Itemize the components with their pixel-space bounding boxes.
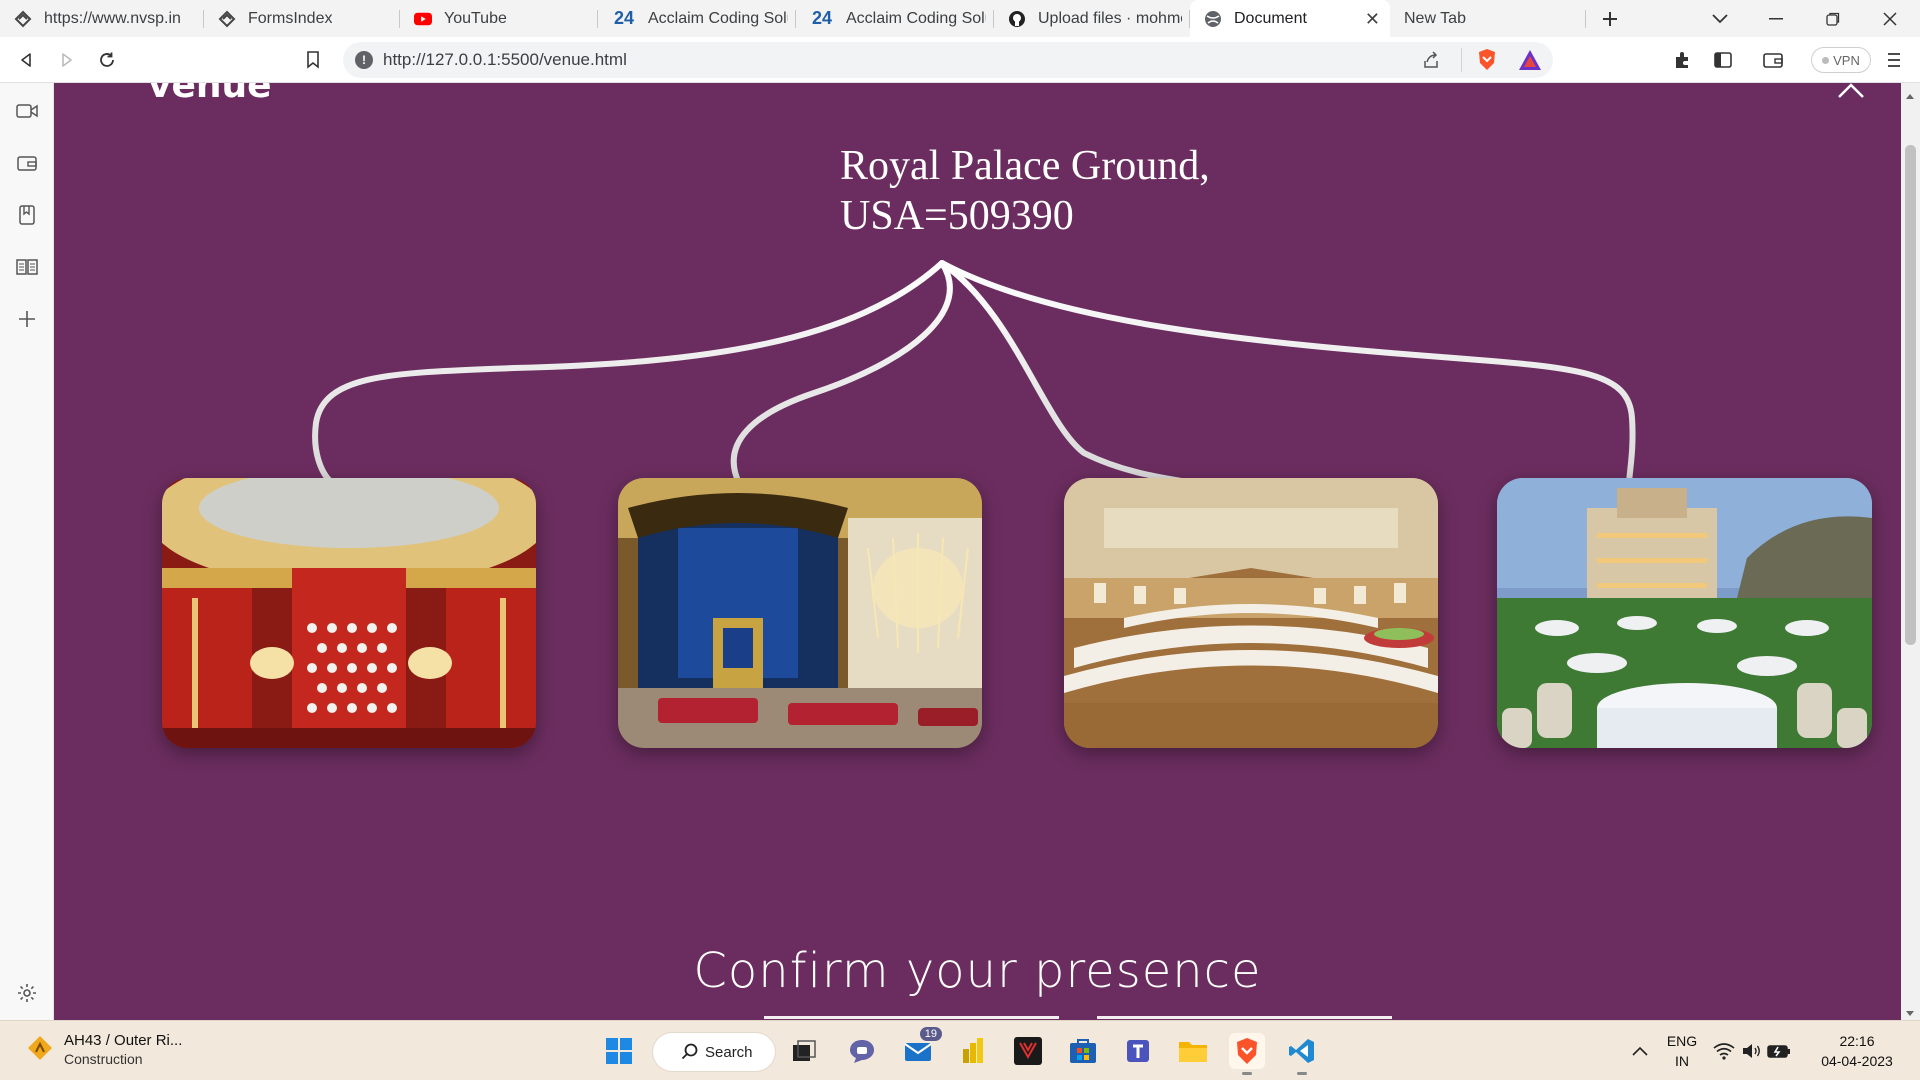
microsoft-store-icon[interactable] <box>1065 1033 1101 1069</box>
tab-github-upload[interactable]: Upload files · mohmoh <box>994 0 1190 37</box>
close-window-icon[interactable] <box>1862 0 1918 37</box>
globe-favicon-icon <box>1204 10 1222 28</box>
vscode-icon[interactable] <box>1284 1033 1320 1075</box>
form-field-underline <box>764 1016 1059 1019</box>
site-info-icon[interactable]: ! <box>355 51 373 69</box>
tab-search-chevron-down-icon[interactable] <box>1692 0 1748 37</box>
lang-line-2: IN <box>1675 1053 1689 1069</box>
video-call-icon[interactable] <box>13 97 41 125</box>
wallet-icon[interactable] <box>1759 46 1787 74</box>
youtube-favicon-icon <box>414 10 432 28</box>
scroll-down-icon[interactable] <box>1905 1005 1915 1021</box>
input-language[interactable]: ENG IN <box>1662 1031 1702 1071</box>
tab-title: https://www.nvsp.in <box>44 9 181 27</box>
mail-icon[interactable]: 19 <box>900 1027 942 1069</box>
tab-strip: https://www.nvsp.in FormsIndex YouTube 2… <box>0 0 1920 37</box>
search-label: Search <box>705 1043 753 1061</box>
power-bi-icon[interactable] <box>955 1033 991 1069</box>
vpn-status-dot <box>1822 56 1830 64</box>
traffic-warning-icon <box>26 1034 54 1065</box>
clock-date: 04-04-2023 <box>1821 1053 1893 1069</box>
page-scrollbar[interactable] <box>1901 83 1920 1020</box>
sidebar-settings-gear-icon[interactable] <box>13 979 41 1007</box>
tab-formsindex[interactable]: FormsIndex <box>204 0 400 37</box>
file-explorer-icon[interactable] <box>1175 1033 1211 1069</box>
omnibox-divider <box>1461 48 1462 72</box>
extensions-icon[interactable] <box>1668 46 1696 74</box>
venue-photo-banquet-hall <box>1064 478 1438 748</box>
weather-widget[interactable]: AH43 / Outer Ri... Construction <box>26 1032 182 1067</box>
back-icon[interactable] <box>12 46 40 74</box>
minimize-window-icon[interactable] <box>1748 0 1804 37</box>
add-sidebar-item-icon[interactable] <box>13 305 41 333</box>
github-favicon-icon <box>1008 10 1026 28</box>
tab-nvsp[interactable]: https://www.nvsp.in <box>0 0 204 37</box>
address-bar[interactable]: ! http://127.0.0.1:5500/venue.html <box>343 42 1553 78</box>
venue-photo-throne-room-red <box>162 478 536 748</box>
volume-icon[interactable] <box>1739 1033 1765 1069</box>
tab-acclaim-1[interactable]: 24 Acclaim Coding Solutio <box>598 0 796 37</box>
form-field-underline <box>1097 1016 1392 1019</box>
browser-sidebar <box>0 83 54 1020</box>
reading-list-icon[interactable] <box>13 253 41 281</box>
sidebar-toggle-icon[interactable] <box>1709 46 1737 74</box>
tab-title: Upload files · mohmoh <box>1038 9 1182 27</box>
clock-time: 22:16 <box>1839 1033 1875 1049</box>
nvsp-favicon-icon <box>14 10 32 28</box>
page-viewport: venue Royal Palace Ground, USA=509390 Co… <box>54 83 1901 1020</box>
tab-title: Acclaim Coding Solutio <box>648 9 788 27</box>
show-hidden-icons-chevron-up-icon[interactable] <box>1622 1033 1658 1069</box>
mail-badge: 19 <box>919 1027 942 1041</box>
tab-title: Acclaim Coding Solutio <box>846 9 986 27</box>
confirm-presence-heading: Confirm your presence <box>693 943 1262 999</box>
bookmark-icon[interactable] <box>299 46 327 74</box>
new-tab-icon[interactable] <box>1584 0 1636 37</box>
lang-line-1: ENG <box>1666 1033 1698 1049</box>
scroll-thumb[interactable] <box>1905 145 1916 645</box>
brave-rewards-icon[interactable] <box>1518 49 1542 74</box>
vpn-button[interactable]: VPN <box>1811 47 1871 73</box>
tab-title: FormsIndex <box>248 9 333 27</box>
windows-start-icon[interactable] <box>601 1033 637 1069</box>
share-icon[interactable] <box>1421 50 1441 73</box>
search-icon <box>681 1043 699 1065</box>
venue-photo-outdoor-garden <box>1497 478 1872 748</box>
windows-taskbar: AH43 / Outer Ri... Construction Search 1… <box>0 1020 1920 1080</box>
restore-window-icon[interactable] <box>1805 0 1861 37</box>
browser-toolbar: ! http://127.0.0.1:5500/venue.html VPN <box>0 37 1920 83</box>
vpn-label: VPN <box>1833 52 1860 68</box>
bookmarks-sidebar-icon[interactable] <box>13 201 41 229</box>
venue-photo-throne-room-blue <box>618 478 982 748</box>
forward-icon[interactable] <box>53 46 81 74</box>
tab-acclaim-2[interactable]: 24 Acclaim Coding Solutio <box>796 0 994 37</box>
tab-new-tab[interactable]: New Tab <box>1390 0 1586 37</box>
tab-document[interactable]: Document ✕ <box>1190 0 1390 37</box>
24-favicon-icon: 24 <box>811 8 833 28</box>
weather-subtitle: Construction <box>64 1051 143 1067</box>
weather-title: AH43 / Outer Ri... <box>64 1032 183 1049</box>
teams-chat-icon[interactable] <box>844 1033 880 1069</box>
tab-title: New Tab <box>1404 9 1466 27</box>
nvsp-favicon-icon <box>218 10 236 28</box>
tab-title: Document <box>1234 9 1307 27</box>
task-view-icon[interactable] <box>786 1033 822 1069</box>
tab-youtube[interactable]: YouTube <box>400 0 598 37</box>
brave-browser-icon[interactable] <box>1229 1033 1265 1075</box>
taskbar-search[interactable]: Search <box>653 1033 775 1071</box>
tab-title: YouTube <box>444 9 507 27</box>
close-tab-icon[interactable]: ✕ <box>1365 9 1380 30</box>
24-favicon-icon: 24 <box>613 8 635 28</box>
teams-icon[interactable] <box>1120 1033 1156 1069</box>
scroll-up-icon[interactable] <box>1905 87 1915 103</box>
menu-icon[interactable] <box>1880 46 1908 74</box>
wallet-sidebar-icon[interactable] <box>13 149 41 177</box>
reload-icon[interactable] <box>93 46 121 74</box>
wifi-icon[interactable] <box>1711 1033 1737 1069</box>
url-text: http://127.0.0.1:5500/venue.html <box>383 50 627 69</box>
game-app-icon[interactable] <box>1010 1033 1046 1069</box>
system-clock[interactable]: 22:16 04-04-2023 <box>1812 1031 1902 1071</box>
brave-shields-icon[interactable] <box>1476 48 1498 75</box>
battery-charging-icon[interactable] <box>1765 1033 1793 1069</box>
